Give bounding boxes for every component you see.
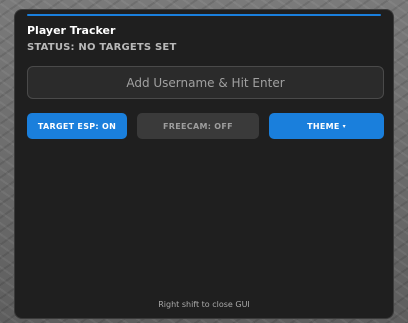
player-tracker-window: Player Tracker STATUS: NO TARGETS SET TA… <box>14 9 394 319</box>
theme-dropdown-button[interactable]: THEME ▾ <box>269 113 384 139</box>
window-title: Player Tracker <box>27 24 116 37</box>
chevron-down-icon: ▾ <box>342 122 346 130</box>
freecam-button[interactable]: FREECAM: OFF <box>137 113 259 139</box>
accent-bar <box>27 14 381 16</box>
freecam-label: FREECAM: OFF <box>163 121 233 131</box>
status-text: STATUS: NO TARGETS SET <box>27 42 177 53</box>
theme-label: THEME <box>307 121 340 131</box>
username-input[interactable] <box>27 66 384 99</box>
target-esp-label: TARGET ESP: ON <box>37 121 117 131</box>
target-esp-button[interactable]: TARGET ESP: ON <box>27 113 127 139</box>
close-hint: Right shift to close GUI <box>158 300 250 309</box>
